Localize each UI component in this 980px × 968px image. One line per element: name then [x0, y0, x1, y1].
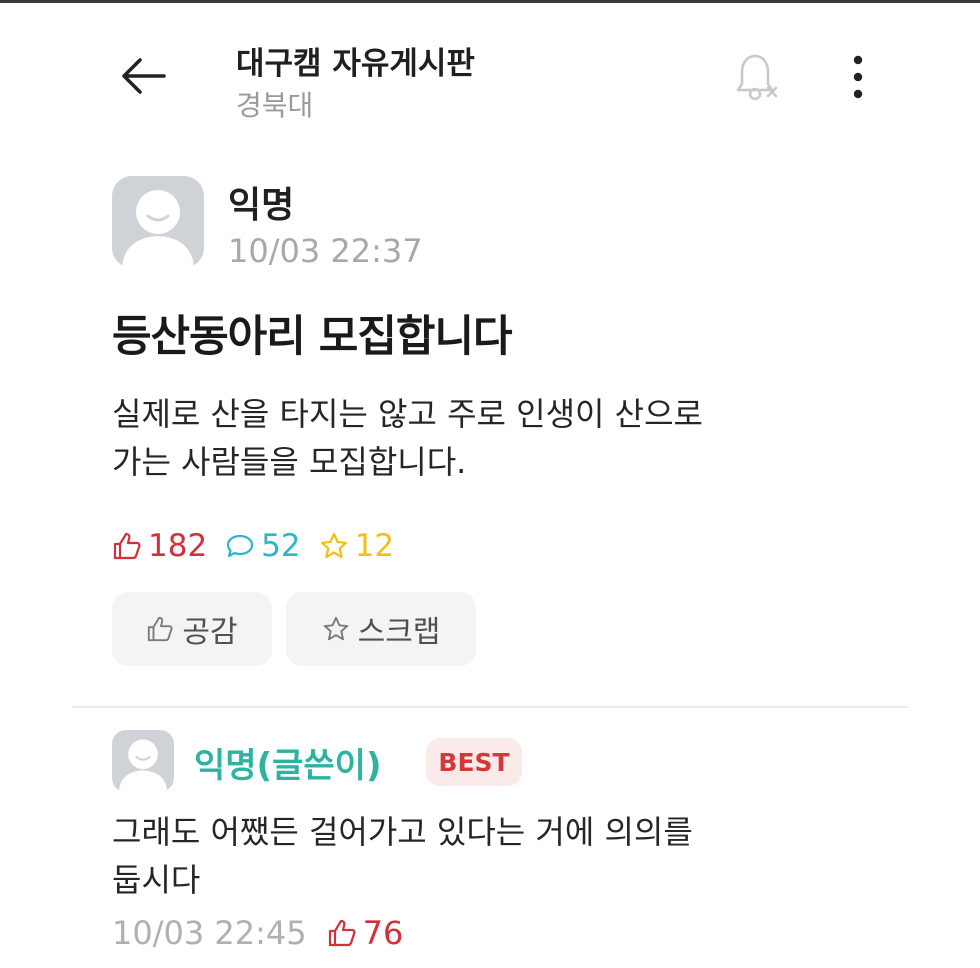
star-icon [323, 616, 348, 641]
back-button[interactable] [118, 56, 168, 96]
post-stats: 182 52 12 [112, 528, 412, 564]
default-avatar-icon [118, 739, 168, 792]
comment-meta: 10/03 22:45 76 [112, 914, 403, 952]
scrap-button-label: 스크랩 [357, 615, 441, 650]
comment-like-value: 76 [362, 914, 404, 952]
post-author: 익명 [228, 185, 295, 226]
post-body: 실제로 산을 타지는 않고 주로 인생이 산으로 가는 사람들을 모집합니다. [112, 390, 872, 486]
comment-body-line: 둡시다 [112, 861, 201, 899]
more-vertical-icon [853, 55, 863, 99]
author-avatar [112, 176, 204, 268]
like-count-value: 182 [148, 528, 208, 564]
top-border [0, 0, 980, 3]
star-icon [320, 532, 347, 559]
post-timestamp: 10/03 22:37 [228, 232, 423, 270]
comment-bubble-icon [227, 534, 254, 558]
like-button-label: 공감 [182, 615, 238, 650]
comment-body-line: 그래도 어쨌든 걸어가고 있다는 거에 의의를 [112, 813, 693, 851]
comment-avatar [112, 730, 174, 792]
thumbs-up-icon [328, 919, 356, 947]
notification-toggle-button[interactable] [730, 50, 784, 104]
like-button[interactable]: 공감 [112, 592, 272, 666]
comment-like-count: 76 [327, 914, 404, 952]
comment-author: 익명(글쓴이) [194, 746, 382, 786]
comment-timestamp: 10/03 22:45 [112, 914, 307, 952]
comment-count-value: 52 [261, 528, 301, 564]
best-badge: BEST [426, 738, 522, 786]
comment-body: 그래도 어쨌든 걸어가고 있다는 거에 의의를 둡시다 [112, 808, 892, 904]
post-body-line: 실제로 산을 타지는 않고 주로 인생이 산으로 [112, 395, 703, 433]
scrap-count-value: 12 [354, 528, 395, 564]
divider [72, 706, 908, 708]
thumbs-up-icon [148, 616, 173, 642]
scrap-button[interactable]: 스크랩 [286, 592, 476, 666]
board-title: 대구캠 자유게시판 [236, 46, 475, 82]
post-body-line: 가는 사람들을 모집합니다. [112, 443, 467, 481]
default-avatar-icon [122, 190, 194, 268]
more-options-button[interactable] [838, 52, 878, 102]
scrap-count: 12 [319, 528, 394, 564]
school-name: 경북대 [236, 89, 314, 122]
post-title: 등산동아리 모집합니다 [112, 312, 513, 362]
thumbs-up-icon [113, 532, 141, 560]
bell-off-icon [736, 54, 778, 101]
like-count: 182 [112, 528, 207, 564]
arrow-left-icon [122, 58, 166, 94]
comment-count: 52 [225, 528, 301, 564]
